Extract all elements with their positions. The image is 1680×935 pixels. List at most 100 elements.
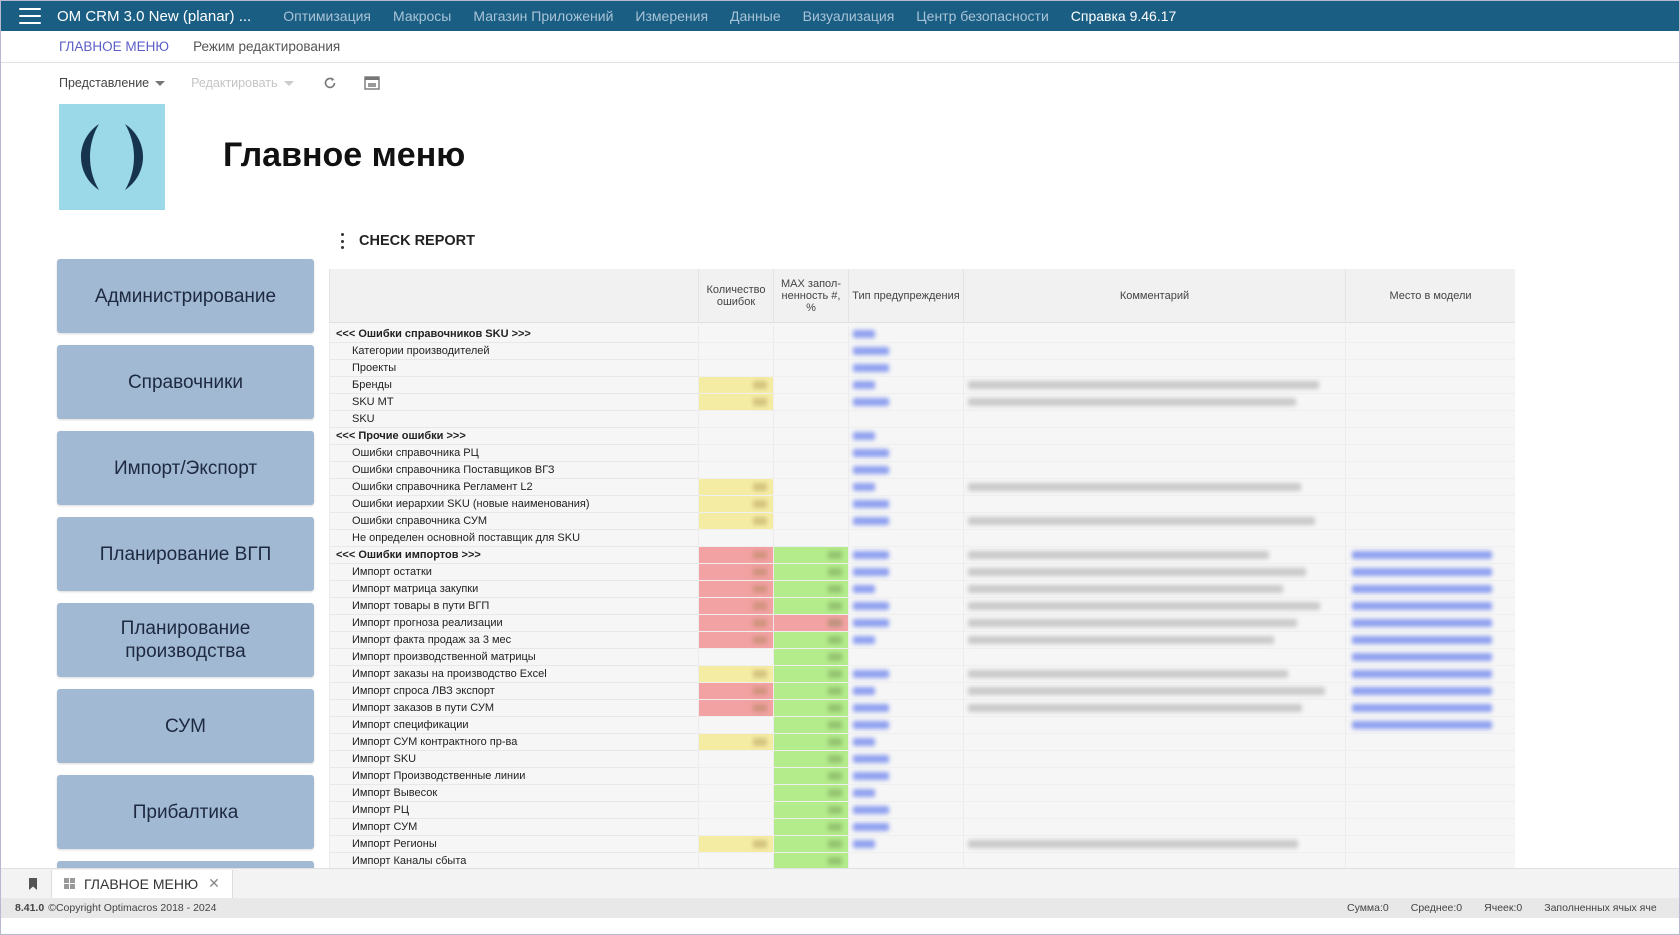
warning-type-cell[interactable]	[848, 547, 963, 564]
report-row[interactable]: Ошибки иерархии SKU (новые наименования)	[329, 496, 1515, 513]
report-row[interactable]: Импорт спецификации	[329, 717, 1515, 734]
report-row[interactable]: Импорт Регионы	[329, 836, 1515, 853]
error-count-cell[interactable]	[698, 394, 773, 411]
bookmark-icon[interactable]	[15, 872, 51, 896]
blurred-link[interactable]	[853, 347, 889, 355]
warning-type-cell[interactable]	[848, 768, 963, 785]
max-fill-cell[interactable]	[773, 581, 848, 598]
model-location-cell[interactable]	[1345, 598, 1515, 615]
blurred-link[interactable]	[1352, 602, 1492, 610]
error-count-cell[interactable]	[698, 666, 773, 683]
blurred-link[interactable]	[853, 517, 889, 525]
comment-cell[interactable]	[963, 547, 1345, 564]
max-fill-cell[interactable]	[773, 751, 848, 768]
model-location-cell[interactable]	[1345, 819, 1515, 836]
error-count-cell[interactable]	[698, 632, 773, 649]
blurred-link[interactable]	[853, 398, 889, 406]
report-row[interactable]: Импорт прогноза реализации	[329, 615, 1515, 632]
model-location-cell[interactable]	[1345, 530, 1515, 547]
comment-cell[interactable]	[963, 496, 1345, 513]
view-dropdown[interactable]: Представление	[59, 76, 166, 90]
model-location-cell[interactable]	[1345, 802, 1515, 819]
blurred-link[interactable]	[1352, 636, 1492, 644]
model-location-cell[interactable]	[1345, 581, 1515, 598]
comment-cell[interactable]	[963, 615, 1345, 632]
report-row[interactable]: Импорт матрица закупки	[329, 581, 1515, 598]
warning-type-cell[interactable]	[848, 666, 963, 683]
max-fill-cell[interactable]	[773, 785, 848, 802]
max-fill-cell[interactable]	[773, 462, 848, 479]
open-tab-main-menu[interactable]: ГЛАВНОЕ МЕНЮ ✕	[51, 869, 233, 898]
comment-cell[interactable]	[963, 785, 1345, 802]
max-fill-cell[interactable]	[773, 428, 848, 445]
header-error-count[interactable]: Количество ошибок	[698, 269, 773, 322]
model-location-cell[interactable]	[1345, 785, 1515, 802]
blurred-link[interactable]	[1352, 670, 1492, 678]
report-row[interactable]: Импорт товары в пути ВГП	[329, 598, 1515, 615]
nav-help[interactable]: Справка 9.46.17	[1071, 8, 1177, 24]
report-row[interactable]: Ошибки справочника Регламент L2	[329, 479, 1515, 496]
max-fill-cell[interactable]	[773, 360, 848, 377]
comment-cell[interactable]	[963, 700, 1345, 717]
model-location-cell[interactable]	[1345, 343, 1515, 360]
warning-type-cell[interactable]	[848, 564, 963, 581]
error-count-cell[interactable]	[698, 428, 773, 445]
comment-cell[interactable]	[963, 768, 1345, 785]
warning-type-cell[interactable]	[848, 360, 963, 377]
comment-cell[interactable]	[963, 581, 1345, 598]
max-fill-cell[interactable]	[773, 377, 848, 394]
comment-cell[interactable]	[963, 343, 1345, 360]
warning-type-cell[interactable]	[848, 326, 963, 343]
warning-type-cell[interactable]	[848, 615, 963, 632]
error-count-cell[interactable]	[698, 734, 773, 751]
max-fill-cell[interactable]	[773, 615, 848, 632]
blurred-link[interactable]	[853, 466, 889, 474]
max-fill-cell[interactable]	[773, 598, 848, 615]
warning-type-cell[interactable]	[848, 649, 963, 666]
error-count-cell[interactable]	[698, 717, 773, 734]
blurred-link[interactable]	[853, 721, 889, 729]
menu-sum-button[interactable]: СУМ	[57, 689, 314, 763]
comment-cell[interactable]	[963, 751, 1345, 768]
error-count-cell[interactable]	[698, 802, 773, 819]
error-count-cell[interactable]	[698, 360, 773, 377]
report-row[interactable]: Импорт спроса ЛВЗ экспорт	[329, 683, 1515, 700]
warning-type-cell[interactable]	[848, 802, 963, 819]
warning-type-cell[interactable]	[848, 411, 963, 428]
comment-cell[interactable]	[963, 360, 1345, 377]
warning-type-cell[interactable]	[848, 700, 963, 717]
max-fill-cell[interactable]	[773, 666, 848, 683]
comment-cell[interactable]	[963, 802, 1345, 819]
model-location-cell[interactable]	[1345, 479, 1515, 496]
error-count-cell[interactable]	[698, 768, 773, 785]
error-count-cell[interactable]	[698, 411, 773, 428]
model-location-cell[interactable]	[1345, 462, 1515, 479]
blurred-link[interactable]	[853, 602, 889, 610]
max-fill-cell[interactable]	[773, 734, 848, 751]
error-count-cell[interactable]	[698, 853, 773, 869]
max-fill-cell[interactable]	[773, 513, 848, 530]
model-location-cell[interactable]	[1345, 326, 1515, 343]
max-fill-cell[interactable]	[773, 479, 848, 496]
model-location-cell[interactable]	[1345, 445, 1515, 462]
comment-cell[interactable]	[963, 819, 1345, 836]
error-count-cell[interactable]	[698, 598, 773, 615]
blurred-link[interactable]	[853, 636, 875, 644]
error-count-cell[interactable]	[698, 530, 773, 547]
error-count-cell[interactable]	[698, 326, 773, 343]
max-fill-cell[interactable]	[773, 819, 848, 836]
model-location-cell[interactable]	[1345, 666, 1515, 683]
report-row[interactable]: Импорт производственной матрицы	[329, 649, 1515, 666]
blurred-link[interactable]	[853, 823, 889, 831]
report-row[interactable]: Импорт заказов в пути СУМ	[329, 700, 1515, 717]
report-row[interactable]: Проекты	[329, 360, 1515, 377]
blurred-link[interactable]	[1352, 568, 1492, 576]
max-fill-cell[interactable]	[773, 530, 848, 547]
error-count-cell[interactable]	[698, 462, 773, 479]
comment-cell[interactable]	[963, 717, 1345, 734]
max-fill-cell[interactable]	[773, 632, 848, 649]
nav-data[interactable]: Данные	[730, 8, 781, 24]
error-count-cell[interactable]	[698, 343, 773, 360]
blurred-link[interactable]	[1352, 721, 1492, 729]
report-row[interactable]: Импорт SKU	[329, 751, 1515, 768]
